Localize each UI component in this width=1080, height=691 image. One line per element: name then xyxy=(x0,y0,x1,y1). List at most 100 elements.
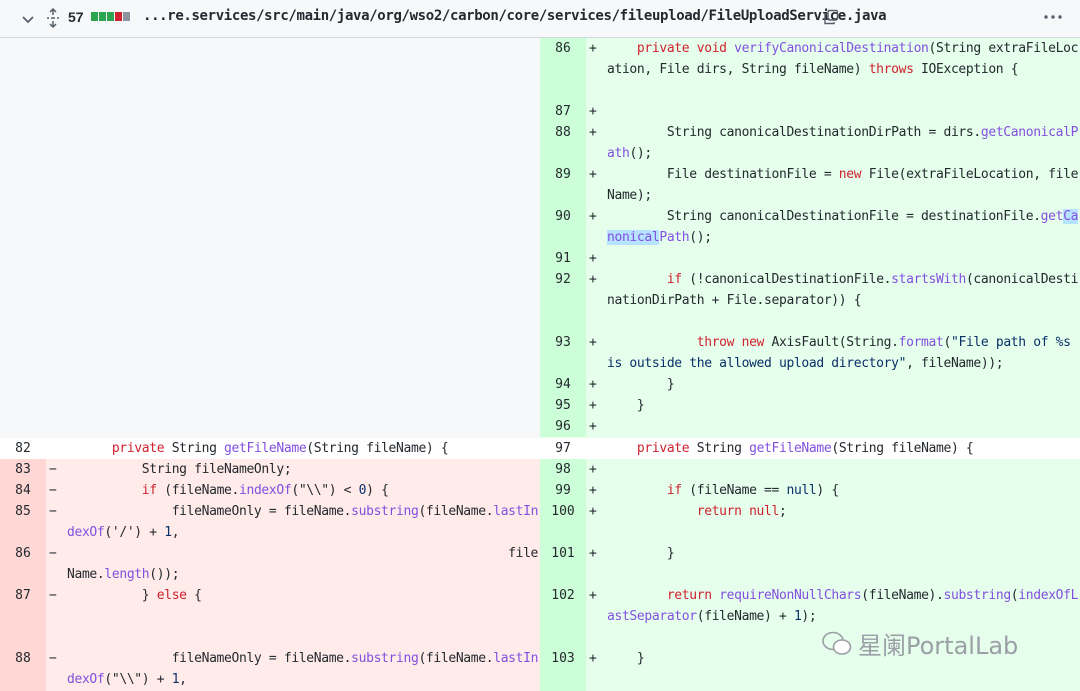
code-text: } xyxy=(607,374,1079,395)
line-number[interactable]: 90 xyxy=(540,206,586,248)
code-token: get xyxy=(1040,209,1064,224)
line-number[interactable]: 88 xyxy=(0,648,46,691)
line-number[interactable]: 94 xyxy=(540,374,586,395)
code-token: null xyxy=(786,483,817,498)
code-token: (fileName). xyxy=(861,588,944,603)
addition-marker: + xyxy=(589,546,597,561)
diffstat xyxy=(91,12,130,21)
line-number[interactable]: 83 xyxy=(0,459,46,480)
code-token: private xyxy=(636,441,690,456)
right-diff-line: 92 + if (!canonicalDestinationFile.starts… xyxy=(540,269,1080,332)
line-number[interactable]: 87 xyxy=(540,101,586,122)
code-token: Path xyxy=(659,230,690,245)
right-diff-line: 100 + return null; xyxy=(540,501,1080,543)
line-number[interactable]: 92 xyxy=(540,269,586,332)
diffstat-block xyxy=(99,12,106,21)
code-token: } xyxy=(607,398,645,413)
addition-marker: + xyxy=(589,504,597,519)
addition-marker: + xyxy=(589,104,597,119)
code-text: } xyxy=(607,395,1079,416)
kebab-horizontal-icon[interactable] xyxy=(1040,8,1066,26)
code-token: ( xyxy=(943,335,952,350)
right-diff-line: 91 + xyxy=(540,248,1080,269)
line-number[interactable]: 99 xyxy=(540,480,586,501)
line-number[interactable]: 86 xyxy=(0,543,46,585)
diffstat-block xyxy=(91,12,98,21)
code-token: (); xyxy=(629,146,652,161)
code-text: fileName.length()); xyxy=(67,543,539,585)
line-number[interactable]: 88 xyxy=(540,122,586,164)
line-number[interactable]: 91 xyxy=(540,248,586,269)
code-text: return requireNonNullChars(fileName).sub… xyxy=(607,585,1079,627)
code-text: if (fileName.indexOf("\\") < 0) { xyxy=(67,480,539,501)
left-diff-line: 82 private String getFileName(String fil… xyxy=(0,438,540,459)
line-number[interactable]: 85 xyxy=(0,501,46,543)
diffstat-block xyxy=(123,12,130,21)
code-token: getFileName xyxy=(224,441,307,456)
code-text: String canonicalDestinationFile = destin… xyxy=(607,206,1079,248)
code-token: ()); xyxy=(149,567,180,582)
line-number[interactable]: 96 xyxy=(540,416,586,437)
deletion-marker: − xyxy=(49,651,57,666)
code-text: File destinationFile = new File(extraFil… xyxy=(607,164,1079,206)
line-number[interactable]: 86 xyxy=(540,38,586,101)
code-token: , xyxy=(171,525,180,540)
line-number[interactable]: 84 xyxy=(0,480,46,501)
code-token: getFileName xyxy=(749,441,832,456)
line-number[interactable]: 93 xyxy=(540,332,586,374)
code-token: format xyxy=(898,335,944,350)
addition-marker: + xyxy=(589,272,597,287)
line-number[interactable]: 97 xyxy=(540,438,586,459)
copy-icon[interactable] xyxy=(822,8,840,26)
code-token: throw new xyxy=(696,335,765,350)
code-text: private String getFileName(String fileNa… xyxy=(607,438,1079,459)
right-diff-line: 103 + } xyxy=(540,648,1080,691)
line-number[interactable]: 87 xyxy=(0,585,46,648)
code-token: , fileName)); xyxy=(906,356,1004,371)
code-token: ) { xyxy=(366,483,389,498)
deletion-marker: − xyxy=(49,483,57,498)
code-token: else xyxy=(156,588,187,603)
line-number[interactable]: 102 xyxy=(540,585,586,648)
code-token: if xyxy=(141,483,157,498)
chevron-down-icon[interactable] xyxy=(19,10,37,28)
addition-marker: + xyxy=(589,398,597,413)
deletion-marker: − xyxy=(49,462,57,477)
code-token: (fileName. xyxy=(418,504,494,519)
code-token: length xyxy=(104,567,150,582)
diff-right-side: 86 + private void verifyCanonicalDestinat… xyxy=(540,38,1080,691)
unfold-icon[interactable] xyxy=(44,8,62,28)
deletion-marker: − xyxy=(49,588,57,603)
line-number[interactable]: 100 xyxy=(540,501,586,543)
right-diff-line: 101 + } xyxy=(540,543,1080,585)
code-token: if xyxy=(666,483,682,498)
code-token: String xyxy=(689,441,750,456)
addition-marker: + xyxy=(589,125,597,140)
line-number[interactable]: 89 xyxy=(540,164,586,206)
right-diff-line: 102 + return requireNonNullChars(fileName… xyxy=(540,585,1080,648)
line-number[interactable]: 103 xyxy=(540,648,586,691)
code-token: String canonicalDestinationFile = destin… xyxy=(607,209,1041,224)
code-token: private xyxy=(111,441,165,456)
code-token: ); xyxy=(801,609,817,624)
line-number[interactable]: 98 xyxy=(540,459,586,480)
code-token: (fileName == xyxy=(681,483,787,498)
code-token: (fileName. xyxy=(418,651,494,666)
code-token: ("\\") + xyxy=(104,672,172,687)
right-diff-line: 86 + private void verifyCanonicalDestinat… xyxy=(540,38,1080,101)
code-text: if (!canonicalDestinationFile.startsWith… xyxy=(607,269,1079,311)
line-number[interactable]: 101 xyxy=(540,543,586,585)
code-text: } xyxy=(607,648,1079,669)
code-token: String fileNameOnly; xyxy=(67,462,292,477)
code-text: return null; xyxy=(607,501,1079,522)
code-token: ('/') + xyxy=(104,525,165,540)
diff-left-side: 82 private String getFileName(String fil… xyxy=(0,38,540,691)
line-number[interactable]: 95 xyxy=(540,395,586,416)
right-diff-line: 93 + throw new AxisFault(String.format("F… xyxy=(540,332,1080,374)
line-number[interactable]: 82 xyxy=(0,438,46,459)
left-diff-line: 84− if (fileName.indexOf("\\") < 0) { xyxy=(0,480,540,501)
file-path[interactable]: ...re.services/src/main/java/org/wso2/ca… xyxy=(143,8,887,24)
code-token: substring xyxy=(351,504,419,519)
